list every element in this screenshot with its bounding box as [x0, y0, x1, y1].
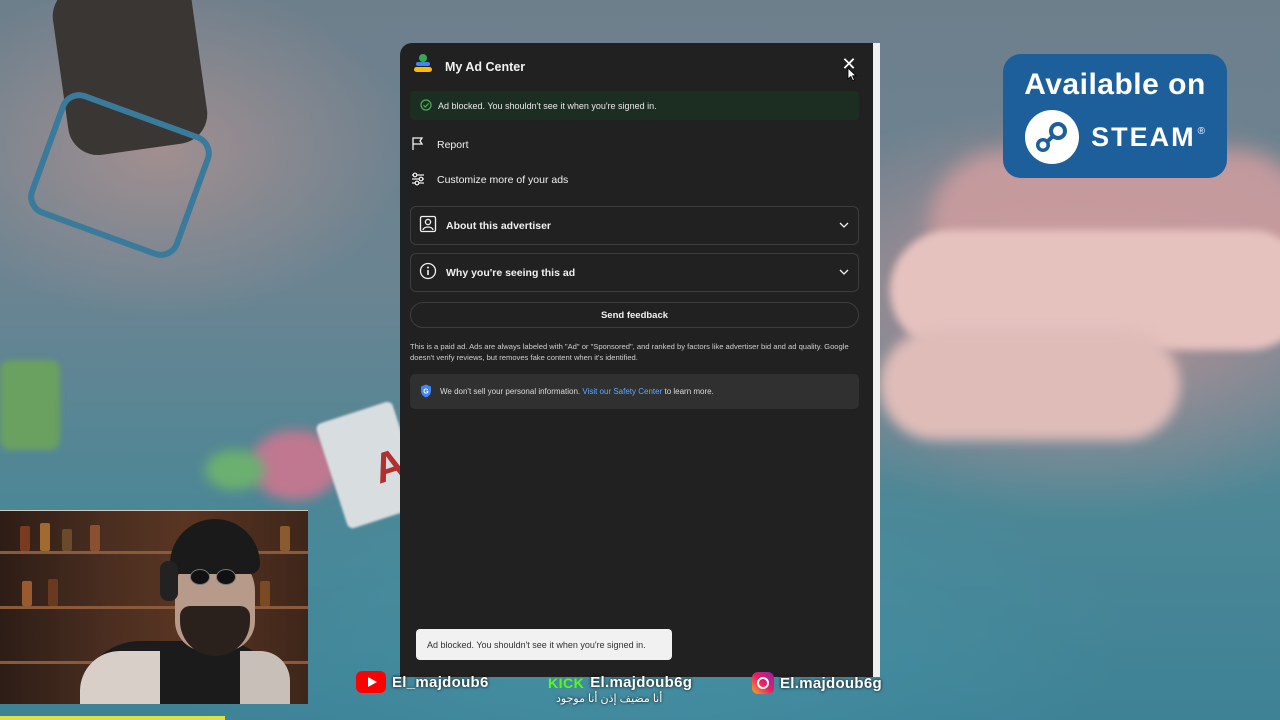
panel-scrollbar[interactable] [873, 43, 880, 677]
privacy-text-after: to learn more. [664, 387, 714, 396]
person-badge-icon [419, 215, 437, 236]
kick-icon: KICK [548, 674, 585, 691]
instagram-social: El.majdoub6g [752, 672, 882, 694]
why-seeing-label: Why you're seeing this ad [446, 266, 576, 279]
bottle [90, 525, 100, 551]
instagram-icon [752, 672, 774, 694]
sunglasses [190, 569, 236, 585]
paid-ad-disclaimer: This is a paid ad. Ads are always labele… [410, 342, 849, 362]
streamer-beanie [170, 519, 260, 574]
google-shield-icon: G [420, 384, 432, 400]
privacy-text-before: We don't sell your personal information. [440, 387, 581, 396]
ad-center-panel: My Ad Center ✕ Ad blocked. You shouldn't… [400, 43, 873, 677]
safety-center-link[interactable]: Visit our Safety Center [582, 387, 662, 396]
steam-row: STEAM ® [1003, 110, 1227, 164]
steam-brand-text: STEAM [1091, 121, 1196, 152]
kick-handle: El.majdoub6g [590, 674, 693, 691]
bottle [62, 529, 72, 551]
info-icon [419, 262, 437, 283]
ad-blocked-banner: Ad blocked. You shouldn't see it when yo… [410, 91, 859, 120]
customize-label: Customize more of your ads [437, 174, 569, 186]
privacy-text: We don't sell your personal information.… [440, 387, 714, 396]
finger-shape-2 [880, 330, 1180, 440]
why-seeing-accordion[interactable]: Why you're seeing this ad [410, 253, 859, 292]
steam-logo-icon [1025, 110, 1080, 164]
steam-badge: Available on STEAM ® [1003, 54, 1227, 178]
kick-subtitle: أنا مضيف إذن أنا موجود [556, 693, 663, 705]
streamer-jacket-right [240, 651, 290, 704]
chevron-down-icon [838, 219, 850, 234]
streamer-webcam [0, 510, 308, 704]
privacy-notice: G We don't sell your personal informatio… [410, 374, 859, 409]
youtube-social: El_majdoub6 [356, 671, 489, 693]
bottle [260, 581, 270, 606]
progress-strip [0, 716, 225, 720]
panel-title: My Ad Center [445, 59, 526, 74]
poker-chips-green [0, 360, 60, 450]
headphones [160, 561, 178, 601]
lens [190, 569, 210, 585]
kick-social: KICK El.majdoub6g [548, 674, 692, 691]
check-circle-icon [420, 98, 432, 113]
lens [216, 569, 236, 585]
svg-text:G: G [423, 388, 429, 395]
registered-mark: ® [1197, 125, 1205, 137]
about-advertiser-label: About this advertiser [446, 219, 552, 232]
mouse-cursor-icon [847, 67, 857, 87]
youtube-icon [356, 671, 386, 693]
shelf [0, 551, 308, 554]
youtube-handle: El_majdoub6 [392, 673, 489, 691]
flag-icon [410, 136, 426, 155]
panel-header: My Ad Center [413, 53, 525, 80]
snackbar-toast: Ad blocked. You shouldn't see it when yo… [416, 629, 672, 660]
instagram-handle: El.majdoub6g [780, 674, 882, 692]
bottle [22, 581, 32, 606]
customize-menu-item[interactable]: Customize more of your ads [410, 170, 568, 190]
bottle [280, 526, 290, 551]
my-ad-center-logo-icon [413, 53, 433, 80]
sliders-icon [410, 171, 426, 190]
chevron-down-icon [838, 266, 850, 281]
bottle [20, 526, 30, 551]
about-advertiser-accordion[interactable]: About this advertiser [410, 206, 859, 245]
send-feedback-button[interactable]: Send feedback [410, 302, 859, 328]
steam-available-text: Available on [1024, 68, 1206, 101]
bottle [40, 523, 50, 551]
report-menu-item[interactable]: Report [410, 135, 469, 155]
bottle [48, 579, 58, 606]
poker-chips-green-2 [205, 450, 265, 490]
banner-text: Ad blocked. You shouldn't see it when yo… [438, 100, 657, 111]
report-label: Report [437, 139, 469, 151]
shelf [0, 606, 308, 609]
streamer-jacket-left [80, 651, 160, 704]
